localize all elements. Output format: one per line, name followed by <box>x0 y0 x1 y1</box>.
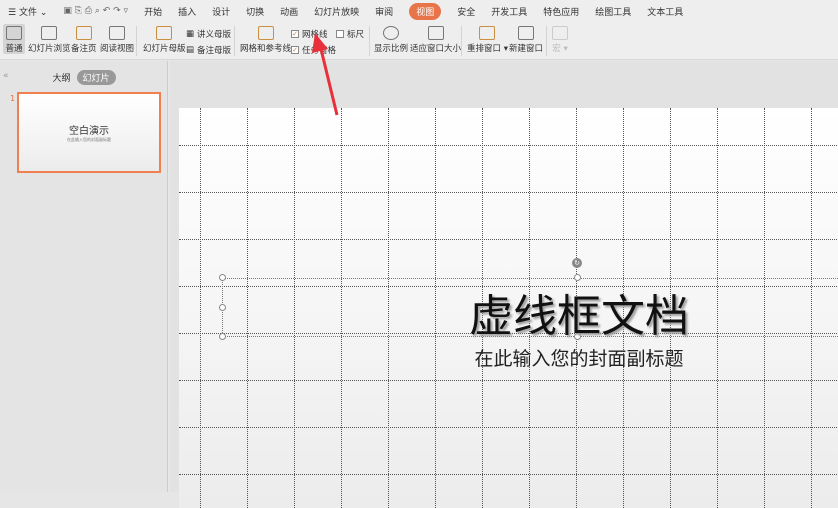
label: 讲义母版 <box>197 30 232 40</box>
tab-features[interactable]: 特色应用 <box>543 5 579 18</box>
tab-security[interactable]: 安全 <box>457 5 475 18</box>
notes-page-button[interactable]: 备注页 <box>71 24 97 54</box>
gridline-horizontal <box>179 145 838 146</box>
file-label: 文件 <box>18 7 37 18</box>
gridline-horizontal <box>179 239 838 240</box>
checkbox-checked-icon: ✓ <box>291 30 299 38</box>
normal-view-button[interactable]: 普通 <box>3 24 25 54</box>
label: 适应窗口大小 <box>410 44 462 54</box>
gridline-horizontal <box>179 192 838 193</box>
handout-icon: ▦ <box>186 29 195 39</box>
divider <box>546 26 547 56</box>
slide-subtitle[interactable]: 在此输入您的封面副标题 <box>379 344 779 371</box>
slide-master-button[interactable]: 幻灯片母版 <box>143 24 186 54</box>
fit-window-button[interactable]: 适应窗口大小 <box>410 24 461 54</box>
macro-button[interactable]: 宏 ▾ <box>552 24 568 54</box>
arrange-icon <box>479 26 496 40</box>
slide-thumbnail[interactable]: 空白演示 在此输入您的封面副标题 <box>17 92 161 173</box>
checkbox-checked-icon: ✓ <box>291 46 299 54</box>
macro-icon <box>552 26 568 40</box>
gridline-horizontal <box>179 380 838 381</box>
tab-slides[interactable]: 幻灯片 <box>76 70 116 85</box>
red-arrow-annotation <box>312 33 339 116</box>
divider <box>461 26 462 56</box>
notes-icon <box>75 26 92 40</box>
rotate-handle-icon[interactable]: ↻ <box>572 258 582 268</box>
tab-animation[interactable]: 动画 <box>280 5 298 18</box>
label: 新建窗口 <box>509 44 544 54</box>
label: 普通 <box>5 44 23 54</box>
normal-view-icon <box>6 26 22 40</box>
divider <box>369 26 370 56</box>
reading-view-button[interactable]: 阅读视图 <box>100 24 134 54</box>
tab-view[interactable]: 视图 <box>409 2 442 20</box>
file-menu[interactable]: ☰ 文件 ⌄ <box>8 5 47 18</box>
magnifier-icon <box>383 26 399 40</box>
master-icon <box>156 26 173 40</box>
tab-slideshow[interactable]: 幻灯片放映 <box>314 5 359 18</box>
tab-outline[interactable]: 大纲 <box>52 71 70 84</box>
slide-sorter-button[interactable]: 幻灯片浏览 <box>28 24 71 54</box>
book-icon <box>109 26 125 40</box>
tab-developer[interactable]: 开发工具 <box>491 5 527 18</box>
new-window-button[interactable]: 新建窗口 <box>509 24 543 54</box>
label: 重排窗口 <box>467 44 502 54</box>
slide-number: 1 <box>10 94 16 103</box>
resize-handle[interactable] <box>219 333 226 340</box>
resize-handle[interactable] <box>219 304 226 311</box>
editing-canvas: ↻ 虚线框文档 在此输入您的封面副标题 <box>170 61 838 508</box>
notes-master-icon: ▤ <box>186 45 195 55</box>
gridline-horizontal <box>179 427 838 428</box>
label: 显示比例 <box>374 44 409 54</box>
quick-access-icons[interactable]: ▣ ⎘ ⎙ ⌕ ↶ ↷ ▿ <box>63 6 128 16</box>
divider <box>136 26 137 56</box>
slide-title[interactable]: 虚线框文档 <box>379 280 779 344</box>
label: 宏 <box>552 44 561 54</box>
tab-design[interactable]: 设计 <box>212 5 230 18</box>
label: 幻灯片母版 <box>143 44 186 54</box>
thumb-subtitle: 在此输入您的封面副标题 <box>67 137 111 142</box>
gridline-horizontal <box>179 474 838 475</box>
arrange-window-button[interactable]: 重排窗口 ▾ <box>467 24 508 54</box>
fit-icon <box>427 26 444 40</box>
thumb-title: 空白演示 <box>69 126 109 137</box>
tab-drawing-tools[interactable]: 绘图工具 <box>595 5 631 18</box>
gridline-vertical <box>200 108 201 508</box>
tab-start[interactable]: 开始 <box>144 5 162 18</box>
ribbon: 普通 幻灯片浏览 备注页 阅读视图 幻灯片母版 ▦ 讲义母版 ▤ 备注母版 网格和参… <box>0 22 838 60</box>
label: 备注母版 <box>197 46 232 56</box>
tab-text-tools[interactable]: 文本工具 <box>647 5 683 18</box>
zoom-button[interactable]: 显示比例 <box>374 24 408 54</box>
new-window-icon <box>518 26 534 40</box>
grid-icon <box>257 26 274 40</box>
grid-view-icon <box>41 26 58 40</box>
grid-guides-button[interactable]: 网格和参考线 <box>240 24 291 54</box>
notes-master-button[interactable]: ▤ 备注母版 <box>186 44 231 56</box>
tab-transition[interactable]: 切换 <box>246 5 264 18</box>
slide[interactable]: ↻ 虚线框文档 在此输入您的封面副标题 <box>179 108 838 508</box>
label: 幻灯片浏览 <box>28 44 71 54</box>
divider <box>234 26 235 56</box>
handout-master-button[interactable]: ▦ 讲义母版 <box>186 28 231 40</box>
label: 网格和参考线 <box>240 44 292 54</box>
label: 备注页 <box>71 44 97 54</box>
menu-bar: ☰ 文件 ⌄ ▣ ⎘ ⎙ ⌕ ↶ ↷ ▿ 开始 插入 设计 切换 动画 幻灯片放… <box>0 0 838 22</box>
resize-handle[interactable] <box>219 274 226 281</box>
tab-review[interactable]: 审阅 <box>375 5 393 18</box>
slide-panel: « 大纲 幻灯片 1 空白演示 在此输入您的封面副标题 <box>0 61 168 492</box>
label: 阅读视图 <box>100 44 135 54</box>
tab-insert[interactable]: 插入 <box>178 5 196 18</box>
